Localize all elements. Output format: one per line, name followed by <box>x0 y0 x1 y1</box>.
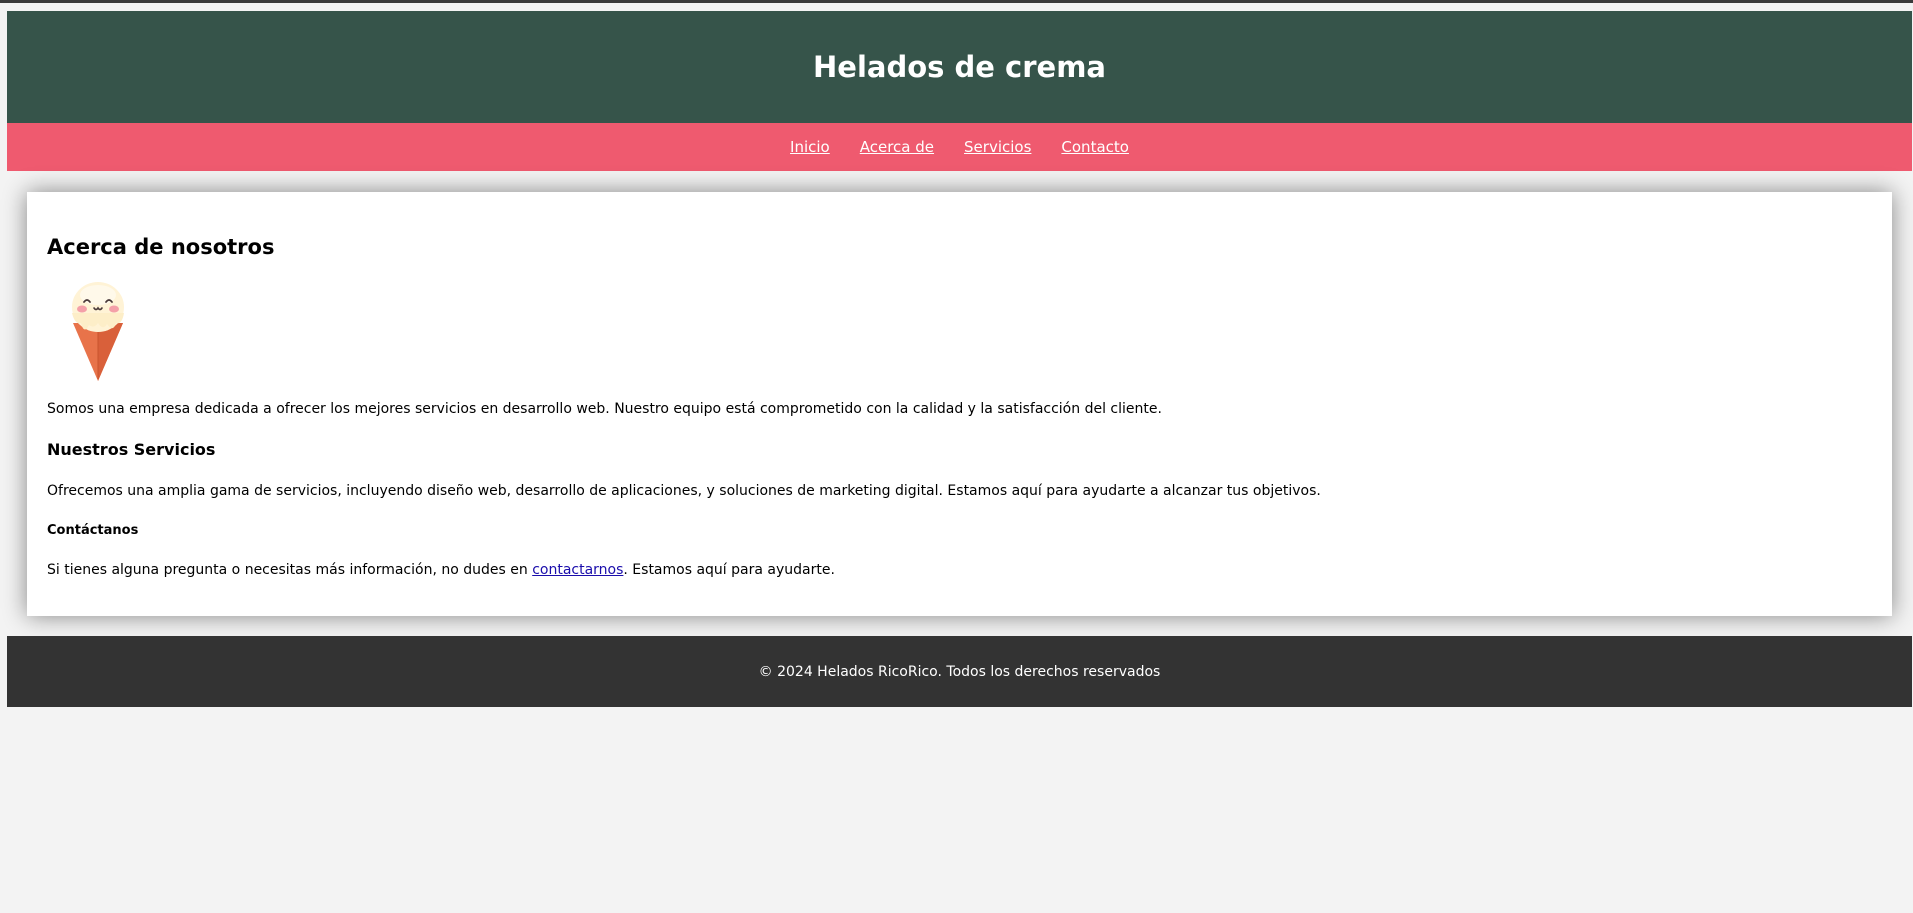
nav-link-inicio[interactable]: Inicio <box>790 138 830 156</box>
contact-text: Si tienes alguna pregunta o necesitas má… <box>47 562 1872 578</box>
page-wrapper: Helados de crema Inicio Acerca de Servic… <box>7 11 1912 707</box>
contact-link[interactable]: contactarnos <box>532 562 623 578</box>
services-text: Ofrecemos una amplia gama de servicios, … <box>47 483 1321 499</box>
contact-text-after: . Estamos aquí para ayudarte. <box>623 562 835 578</box>
footer-copyright: © 2024 Helados RicoRico. Todos los derec… <box>758 663 1161 680</box>
site-title: Helados de crema <box>813 50 1106 84</box>
nav-link-contacto[interactable]: Contacto <box>1061 138 1129 156</box>
site-footer: © 2024 Helados RicoRico. Todos los derec… <box>7 636 1912 707</box>
window-top-edge <box>0 0 1913 3</box>
about-text: Somos una empresa dedicada a ofrecer los… <box>47 401 1162 417</box>
main-content-card: Acerca de nosotros Somos una empresa ded… <box>27 192 1892 616</box>
nav-link-acerca-de[interactable]: Acerca de <box>860 138 934 156</box>
main-nav: Inicio Acerca de Servicios Contacto <box>7 123 1912 171</box>
ice-cream-cone-icon <box>67 279 129 383</box>
about-heading: Acerca de nosotros <box>47 235 275 259</box>
services-heading: Nuestros Servicios <box>47 440 216 459</box>
contact-text-before: Si tienes alguna pregunta o necesitas má… <box>47 562 533 578</box>
nav-link-servicios[interactable]: Servicios <box>964 138 1031 156</box>
contact-heading: Contáctanos <box>47 523 139 538</box>
site-header: Helados de crema <box>7 11 1912 123</box>
